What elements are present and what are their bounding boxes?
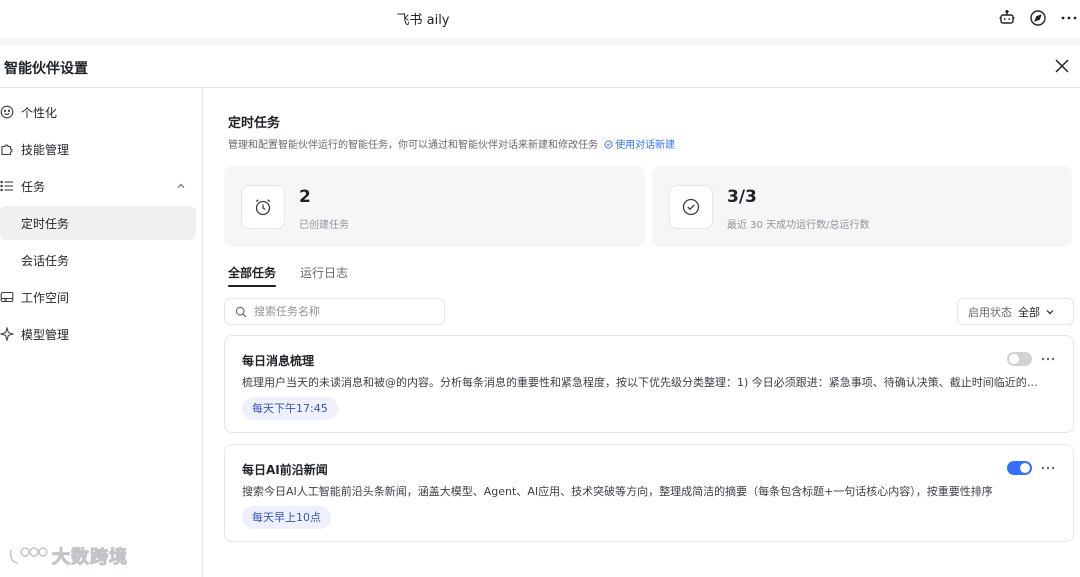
compass-icon[interactable] bbox=[1029, 9, 1047, 27]
search-icon bbox=[235, 306, 247, 318]
chevron-down-icon bbox=[1045, 307, 1055, 317]
sidebar-item-label: 定时任务 bbox=[21, 216, 70, 231]
task-enable-toggle[interactable] bbox=[1007, 461, 1032, 475]
watermark-text: 大数跨境 bbox=[52, 547, 128, 569]
description-text: 管理和配置智能伙伴运行的智能任务，你可以通过和智能伙伴对话来新建和修改任务 bbox=[228, 140, 598, 151]
stat-card-runs: 3/3 最近 30 天成功运行数/总运行数 bbox=[652, 166, 1072, 247]
stat-card-created: 2 已创建任务 bbox=[224, 166, 645, 247]
create-by-chat-link[interactable]: 使用对话新建 bbox=[604, 140, 675, 151]
active-tab-indicator bbox=[228, 285, 276, 287]
sidebar-item-models[interactable]: 模型管理 bbox=[0, 317, 196, 351]
task-schedule-tag: 每天早上10点 bbox=[242, 506, 331, 529]
sidebar: 个性化 技能管理 任务 定时任务 会话任务 工作空间 模型管理 bbox=[0, 88, 203, 577]
tab-run-logs[interactable]: 运行日志 bbox=[300, 264, 348, 281]
sidebar-item-session-tasks[interactable]: 会话任务 bbox=[0, 243, 196, 277]
task-name: 每日消息梳理 bbox=[242, 354, 315, 368]
close-icon[interactable] bbox=[1053, 57, 1071, 75]
robot-icon[interactable] bbox=[998, 9, 1016, 27]
task-name: 每日AI前沿新闻 bbox=[242, 463, 328, 477]
sidebar-item-label: 工作空间 bbox=[21, 290, 70, 305]
title-bar: 飞书 aily bbox=[0, 0, 1080, 38]
panel-title: 智能伙伴设置 bbox=[4, 61, 88, 77]
list-icon bbox=[0, 179, 14, 193]
task-description: 梳理用户当天的未读消息和被@的内容。分析每条消息的重要性和紧急程度，按以下优先级… bbox=[242, 376, 1048, 389]
sidebar-item-label: 模型管理 bbox=[21, 327, 70, 342]
smile-icon bbox=[0, 105, 14, 119]
sidebar-item-label: 会话任务 bbox=[21, 253, 70, 268]
stat-value: 2 bbox=[299, 187, 311, 207]
more-icon[interactable] bbox=[1060, 9, 1078, 27]
stat-value: 3/3 bbox=[727, 187, 757, 207]
task-card[interactable]: 每日消息梳理 梳理用户当天的未读消息和被@的内容。分析每条消息的重要性和紧急程度… bbox=[224, 335, 1074, 433]
filter-label: 启用状态 bbox=[968, 305, 1012, 319]
sidebar-item-skills[interactable]: 技能管理 bbox=[0, 132, 196, 166]
sidebar-item-scheduled-tasks[interactable]: 定时任务 bbox=[0, 206, 196, 240]
sidebar-item-label: 技能管理 bbox=[21, 142, 70, 157]
sidebar-item-workspace[interactable]: 工作空间 bbox=[0, 280, 196, 314]
stat-label: 最近 30 天成功运行数/总运行数 bbox=[727, 220, 870, 231]
page-title: 定时任务 bbox=[228, 116, 281, 131]
puzzle-icon bbox=[0, 142, 14, 156]
sidebar-item-personalization[interactable]: 个性化 bbox=[0, 95, 196, 129]
search-box[interactable] bbox=[224, 298, 445, 325]
chevron-up-icon[interactable] bbox=[176, 181, 186, 191]
create-by-chat-label: 使用对话新建 bbox=[615, 140, 676, 151]
sparkle-icon bbox=[0, 327, 14, 341]
app-title: 飞书 aily bbox=[396, 13, 450, 28]
chat-icon bbox=[604, 140, 613, 149]
more-icon[interactable] bbox=[1040, 460, 1056, 476]
more-icon[interactable] bbox=[1040, 351, 1056, 367]
workspace-icon bbox=[0, 290, 14, 304]
status-filter-dropdown[interactable]: 启用状态 全部 bbox=[957, 298, 1074, 325]
task-description: 搜索今日AI人工智能前沿头条新闻，涵盖大模型、Agent、AI应用、技术突破等方… bbox=[242, 485, 993, 498]
page-description: 管理和配置智能伙伴运行的智能任务，你可以通过和智能伙伴对话来新建和修改任务 使用… bbox=[228, 136, 675, 151]
header-band bbox=[0, 38, 1080, 46]
watermark-logo-icon bbox=[9, 547, 48, 564]
stat-label: 已创建任务 bbox=[299, 220, 349, 231]
search-input[interactable] bbox=[254, 305, 434, 318]
task-enable-toggle[interactable] bbox=[1007, 352, 1032, 366]
sidebar-item-tasks[interactable]: 任务 bbox=[0, 169, 196, 203]
task-card[interactable]: 每日AI前沿新闻 搜索今日AI人工智能前沿头条新闻，涵盖大模型、Agent、AI… bbox=[224, 444, 1074, 542]
alarm-clock-icon bbox=[241, 185, 285, 229]
watermark: 大数跨境 bbox=[8, 542, 128, 570]
task-schedule-tag: 每天下午17:45 bbox=[242, 397, 338, 420]
sidebar-item-label: 任务 bbox=[21, 179, 46, 194]
sidebar-item-label: 个性化 bbox=[21, 105, 58, 120]
check-circle-icon bbox=[669, 185, 713, 229]
tab-all-tasks[interactable]: 全部任务 bbox=[228, 264, 276, 281]
toggle-knob bbox=[1020, 463, 1030, 473]
filter-value: 全部 bbox=[1018, 305, 1040, 319]
toggle-knob bbox=[1009, 354, 1019, 364]
